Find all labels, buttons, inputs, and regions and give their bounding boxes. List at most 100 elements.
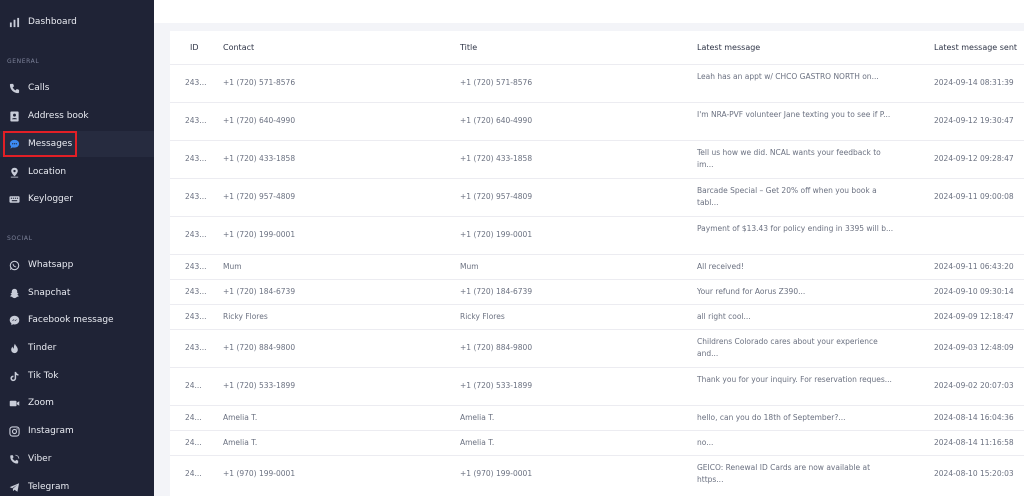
top-bar [154,0,1024,23]
table-row[interactable]: 243... +1 (720) 957-4809 +1 (720) 957-48… [170,178,1024,216]
cell-title: +1 (970) 199-0001 [460,469,533,478]
sidebar-item-label: Telegram [28,482,70,492]
table-row[interactable]: 24... Amelia T. Amelia T. hello, can you… [170,405,1024,430]
cell-contact: +1 (720) 571-8576 [223,78,296,87]
cell-title: +1 (720) 571-8576 [460,78,533,87]
sidebar-item-whatsapp[interactable]: Whatsapp [0,252,154,278]
location-pin-icon [9,167,20,178]
sidebar-item-instagram[interactable]: Instagram [0,418,154,444]
cell-id: 243... [185,78,207,87]
cell-title: +1 (720) 199-0001 [460,230,533,239]
sidebar-item-telegram[interactable]: Telegram [0,474,154,496]
cell-latest-message: no... [697,438,714,447]
cell-latest-message: Your refund for Aorus Z390... [697,287,806,296]
sidebar-item-address-book[interactable]: Address book [0,103,154,129]
cell-latest-message: Childrens Colorado cares about your expe… [697,337,878,358]
sidebar-item-tik-tok[interactable]: Tik Tok [0,363,154,389]
sidebar-item-facebook-message[interactable]: Facebook message [0,307,154,333]
table-row[interactable]: 243... +1 (720) 640-4990 +1 (720) 640-49… [170,102,1024,140]
cell-id: 243... [185,287,207,296]
cell-latest-message: Tell us how we did. NCAL wants your feed… [697,148,881,169]
phone-icon [9,83,20,94]
table-row[interactable]: 243... +1 (720) 184-6739 +1 (720) 184-67… [170,279,1024,304]
column-header-id[interactable]: ID [190,43,199,52]
sidebar-item-label: Location [28,167,67,177]
cell-title: +1 (720) 533-1899 [460,381,533,390]
cell-contact: +1 (720) 957-4809 [223,192,296,201]
cell-latest-message: Thank you for your inquiry. For reservat… [697,375,892,384]
sidebar-item-messages[interactable]: Messages [0,131,154,157]
sidebar-item-keylogger[interactable]: Keylogger [0,186,154,212]
sidebar-item-location[interactable]: Location [0,159,154,185]
dashboard-icon [9,17,20,28]
section-label-general: GENERAL [7,58,40,65]
sidebar-item-snapchat[interactable]: Snapchat [0,280,154,306]
sidebar-item-viber[interactable]: Viber [0,446,154,472]
cell-latest-message-sent: 2024-09-12 09:28:47 [934,154,1014,163]
column-header-latest-message[interactable]: Latest message [697,43,760,52]
cell-latest-message: I'm NRA-PVF volunteer Jane texting you t… [697,110,891,119]
cell-latest-message: Payment of $13.43 for policy ending in 3… [697,224,894,233]
cell-id: 243... [185,192,207,201]
video-camera-icon [9,398,20,409]
table-row[interactable]: 24... Amelia T. Amelia T. no... 2024-08-… [170,430,1024,455]
cell-title: +1 (720) 884-9800 [460,343,533,352]
cell-id: 243... [185,230,207,239]
cell-contact: +1 (720) 184-6739 [223,287,296,296]
cell-title: +1 (720) 640-4990 [460,116,533,125]
sidebar-item-label: Calls [28,83,50,93]
instagram-icon [9,425,20,437]
cell-contact: +1 (970) 199-0001 [223,469,296,478]
cell-id: 243... [185,154,207,163]
sidebar-item-label: Keylogger [28,194,73,204]
sidebar-item-label: Tinder [28,343,57,353]
cell-contact: Amelia T. [223,438,258,447]
table-row[interactable]: 243... +1 (720) 884-9800 +1 (720) 884-98… [170,329,1024,367]
telegram-icon [9,482,20,493]
whatsapp-icon [9,260,20,271]
table-row[interactable]: 243... Mum Mum All received! 2024-09-11 … [170,254,1024,279]
cell-latest-message-sent: 2024-09-09 12:18:47 [934,312,1014,321]
sidebar-item-label: Messages [28,139,73,149]
column-header-latest-message-sent[interactable]: Latest message sent [934,43,1017,52]
column-header-title[interactable]: Title [460,43,477,52]
sidebar-item-zoom[interactable]: Zoom [0,390,154,416]
cell-contact: +1 (720) 533-1899 [223,381,296,390]
sidebar-item-dashboard[interactable]: Dashboard [0,9,154,35]
cell-latest-message-sent: 2024-08-10 15:20:03 [934,469,1014,478]
sidebar-item-label: Snapchat [28,288,71,298]
cell-latest-message-sent: 2024-08-14 11:16:58 [934,438,1014,447]
cell-title: +1 (720) 433-1858 [460,154,533,163]
cell-contact: Mum [223,262,242,271]
cell-latest-message-sent: 2024-09-12 19:30:47 [934,116,1014,125]
cell-id: 243... [185,312,207,321]
table-row[interactable]: 243... +1 (720) 199-0001 +1 (720) 199-00… [170,216,1024,254]
sidebar-item-tinder[interactable]: Tinder [0,335,154,361]
chat-bubble-icon [9,139,20,150]
sidebar-item-calls[interactable]: Calls [0,75,154,101]
address-book-icon [9,110,20,122]
cell-id: 24... [185,413,202,422]
table-row[interactable]: 243... +1 (720) 433-1858 +1 (720) 433-18… [170,140,1024,178]
table-row[interactable]: 243... +1 (720) 571-8576 +1 (720) 571-85… [170,64,1024,102]
cell-latest-message-sent: 2024-09-11 06:43:20 [934,262,1014,271]
table-row[interactable]: 24... +1 (970) 199-0001 +1 (970) 199-000… [170,455,1024,493]
cell-latest-message-sent: 2024-09-10 09:30:14 [934,287,1014,296]
sidebar-item-label: Zoom [28,398,54,408]
cell-title: +1 (720) 957-4809 [460,192,533,201]
tiktok-icon [9,371,20,382]
cell-title: Mum [460,262,479,271]
messages-table: ID Contact Title Latest message Latest m… [170,31,1024,496]
cell-latest-message-sent: 2024-09-03 12:48:09 [934,343,1014,352]
cell-id: 24... [185,469,202,478]
cell-latest-message-sent: 2024-09-14 08:31:39 [934,78,1014,87]
column-header-contact[interactable]: Contact [223,43,254,52]
tinder-flame-icon [9,343,20,354]
table-row[interactable]: 24... +1 (720) 533-1899 +1 (720) 533-189… [170,367,1024,405]
sidebar-item-label: Address book [28,111,89,121]
sidebar-item-label: Tik Tok [28,371,59,381]
table-row[interactable]: 243... Ricky Flores Ricky Flores all rig… [170,304,1024,329]
cell-latest-message: Barcade Special – Get 20% off when you b… [697,186,877,207]
cell-latest-message: All received! [697,262,744,271]
cell-latest-message: Leah has an appt w/ CHCO GASTRO NORTH on… [697,72,879,81]
